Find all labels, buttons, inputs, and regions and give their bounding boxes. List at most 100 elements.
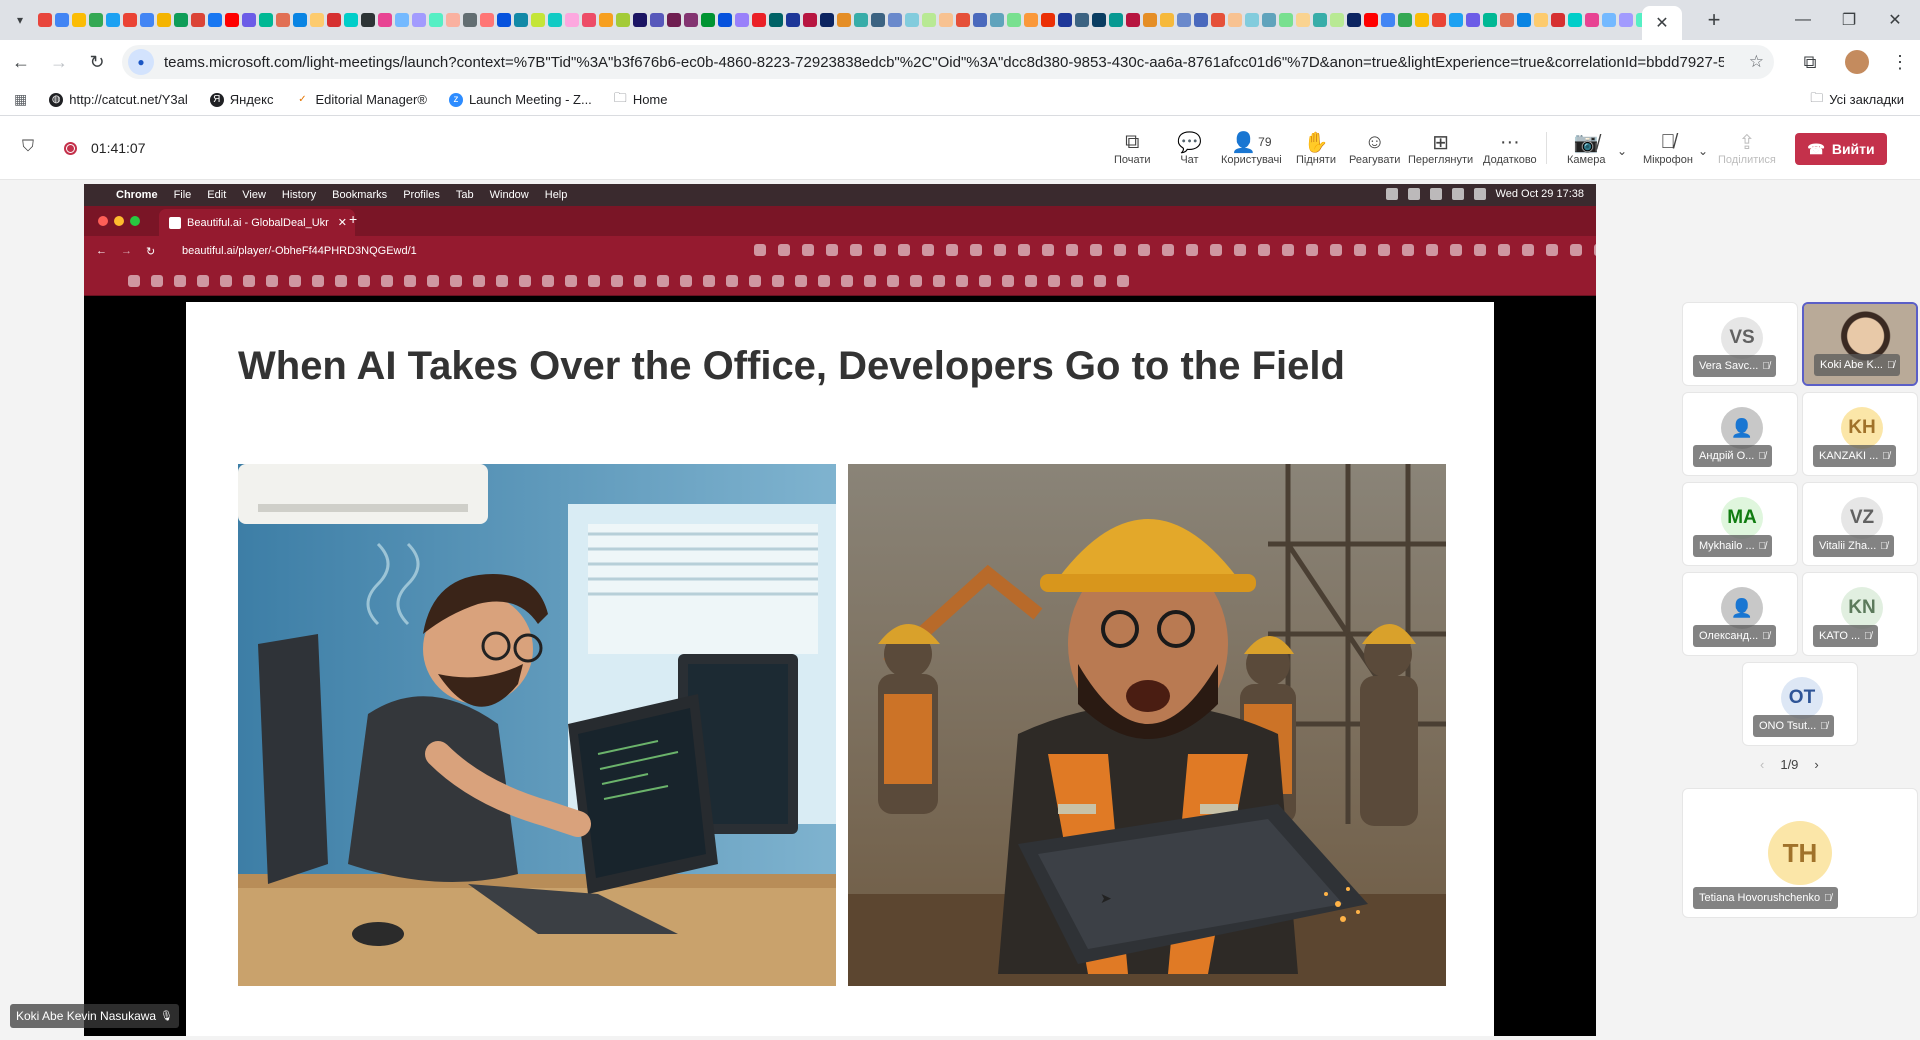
tab-search-chevron-icon[interactable]: ▾ [6, 6, 34, 34]
pinned-tab-favicon-icon[interactable] [514, 13, 528, 27]
pinned-tab-favicon-icon[interactable] [1211, 13, 1225, 27]
window-close-icon[interactable]: ✕ [1872, 0, 1918, 40]
pinned-tab-favicon-icon[interactable] [157, 13, 171, 27]
minimize-icon[interactable]: — [1780, 0, 1826, 40]
url-text[interactable]: teams.microsoft.com/light-meetings/launc… [164, 54, 1724, 71]
pinned-tab-favicon-icon[interactable] [582, 13, 596, 27]
pinned-tab-favicon-icon[interactable] [1364, 13, 1378, 27]
pinned-tab-favicon-icon[interactable] [922, 13, 936, 27]
pinned-tab-favicon-icon[interactable] [1058, 13, 1072, 27]
pinned-tab-favicon-icon[interactable] [242, 13, 256, 27]
pinned-tab-favicon-icon[interactable] [123, 13, 137, 27]
participant-tile[interactable]: VS Vera Savc... 🎙̸ [1682, 302, 1798, 386]
pinned-tab-favicon-icon[interactable] [395, 13, 409, 27]
pinned-tab-favicon-icon[interactable] [786, 13, 800, 27]
react-button[interactable]: ☺ Реагувати [1349, 130, 1400, 167]
pinned-tab-favicon-icon[interactable] [854, 13, 868, 27]
bookmark-home-folder[interactable]: 🗀 Home [614, 89, 668, 111]
pinned-tab-favicon-icon[interactable] [1534, 13, 1548, 27]
pinned-tab-favicon-icon[interactable] [1466, 13, 1480, 27]
pinned-tab-favicon-icon[interactable] [1279, 13, 1293, 27]
bookmark-catcut[interactable]: ◍ http://catcut.net/Y3al [49, 92, 188, 107]
tab-close-icon[interactable]: ✕ [1655, 13, 1668, 33]
pinned-tab-favicon-icon[interactable] [344, 13, 358, 27]
pinned-tab-favicon-icon[interactable] [1007, 13, 1021, 27]
pinned-tab-favicon-icon[interactable] [667, 13, 681, 27]
pinned-tab-favicon-icon[interactable] [497, 13, 511, 27]
pinned-tab-favicons[interactable] [38, 0, 1658, 40]
pinned-tab-favicon-icon[interactable] [208, 13, 222, 27]
pinned-tab-favicon-icon[interactable] [1024, 13, 1038, 27]
active-browser-tab[interactable]: ✕ [1642, 6, 1682, 40]
pinned-tab-favicon-icon[interactable] [752, 13, 766, 27]
pinned-tab-favicon-icon[interactable] [871, 13, 885, 27]
pinned-tab-favicon-icon[interactable] [956, 13, 970, 27]
pinned-tab-favicon-icon[interactable] [1398, 13, 1412, 27]
pinned-tab-favicon-icon[interactable] [905, 13, 919, 27]
pager-next-icon[interactable]: › [1814, 757, 1818, 772]
pinned-tab-favicon-icon[interactable] [1160, 13, 1174, 27]
leave-button[interactable]: ☎ Вийти [1795, 133, 1887, 165]
pinned-tab-favicon-icon[interactable] [548, 13, 562, 27]
pinned-tab-favicon-icon[interactable] [1602, 13, 1616, 27]
pinned-tab-favicon-icon[interactable] [1262, 13, 1276, 27]
pinned-tab-favicon-icon[interactable] [429, 13, 443, 27]
pinned-tab-favicon-icon[interactable] [1585, 13, 1599, 27]
share-button[interactable]: ⇪ Поділитися [1718, 130, 1776, 167]
pinned-tab-favicon-icon[interactable] [327, 13, 341, 27]
pinned-tab-favicon-icon[interactable] [1483, 13, 1497, 27]
participant-tile[interactable]: KN KATO ... 🎙̸ [1802, 572, 1918, 656]
mic-button[interactable]: 🎙̸ Мікрофон [1643, 130, 1693, 167]
bookmark-zoom[interactable]: z Launch Meeting - Z... [448, 92, 592, 107]
site-info-icon[interactable]: ● [128, 49, 154, 75]
pinned-tab-favicon-icon[interactable] [1296, 13, 1310, 27]
participant-tile[interactable]: VZ Vitalii Zha... 🎙̸ [1802, 482, 1918, 566]
pinned-tab-favicon-icon[interactable] [1075, 13, 1089, 27]
apps-grid-icon[interactable]: ▦ [14, 91, 27, 108]
back-icon[interactable]: ← [4, 45, 38, 79]
more-button[interactable]: ··· Додатково [1483, 130, 1537, 167]
pinned-tab-favicon-icon[interactable] [1568, 13, 1582, 27]
pinned-tab-favicon-icon[interactable] [55, 13, 69, 27]
pinned-tab-favicon-icon[interactable] [480, 13, 494, 27]
pinned-tab-favicon-icon[interactable] [1245, 13, 1259, 27]
pinned-tab-favicon-icon[interactable] [174, 13, 188, 27]
pinned-tab-favicon-icon[interactable] [89, 13, 103, 27]
forward-icon[interactable]: → [42, 45, 76, 79]
pinned-tab-favicon-icon[interactable] [684, 13, 698, 27]
start-button[interactable]: ⧉ Почати [1114, 130, 1151, 167]
pinned-tab-favicon-icon[interactable] [72, 13, 86, 27]
pinned-tab-favicon-icon[interactable] [310, 13, 324, 27]
pinned-tab-favicon-icon[interactable] [1143, 13, 1157, 27]
pinned-tab-favicon-icon[interactable] [276, 13, 290, 27]
bookmark-yandex[interactable]: Я Яндекс [209, 92, 273, 107]
all-bookmarks[interactable]: 🗀 Усі закладки [1810, 89, 1904, 111]
pinned-tab-favicon-icon[interactable] [463, 13, 477, 27]
view-button[interactable]: ⊞ Переглянути [1408, 130, 1473, 167]
pinned-tab-favicon-icon[interactable] [446, 13, 460, 27]
pinned-tab-favicon-icon[interactable] [803, 13, 817, 27]
pinned-tab-favicon-icon[interactable] [1092, 13, 1106, 27]
bookmark-editorial-manager[interactable]: ✓ Editorial Manager® [295, 92, 427, 107]
pinned-tab-favicon-icon[interactable] [650, 13, 664, 27]
pinned-tab-favicon-icon[interactable] [1330, 13, 1344, 27]
pinned-tab-favicon-icon[interactable] [259, 13, 273, 27]
pinned-tab-favicon-icon[interactable] [888, 13, 902, 27]
pinned-tab-favicon-icon[interactable] [1619, 13, 1633, 27]
camera-options-chevron-icon[interactable]: ⌄ [1617, 144, 1627, 158]
participant-tile[interactable]: KH KANZAKI ... 🎙̸ [1802, 392, 1918, 476]
participant-tile[interactable]: 👤 Андрій О... 🎙̸ [1682, 392, 1798, 476]
pinned-tab-favicon-icon[interactable] [1041, 13, 1055, 27]
pinned-tab-favicon-icon[interactable] [1551, 13, 1565, 27]
pinned-tab-favicon-icon[interactable] [38, 13, 52, 27]
pinned-tab-favicon-icon[interactable] [565, 13, 579, 27]
pinned-tab-favicon-icon[interactable] [1449, 13, 1463, 27]
people-button[interactable]: 👤 79 Користувачі [1221, 130, 1282, 167]
pinned-tab-favicon-icon[interactable] [1381, 13, 1395, 27]
pinned-tab-favicon-icon[interactable] [378, 13, 392, 27]
pinned-tab-favicon-icon[interactable] [1500, 13, 1514, 27]
raise-hand-button[interactable]: ✋ Підняти [1296, 130, 1336, 167]
pinned-participant-tile[interactable]: TH Tetiana Hovorushchenko 🎙̸ [1682, 788, 1918, 918]
participant-tile[interactable]: Koki Abe K... 🎙̸ [1802, 302, 1918, 386]
pinned-tab-favicon-icon[interactable] [1194, 13, 1208, 27]
